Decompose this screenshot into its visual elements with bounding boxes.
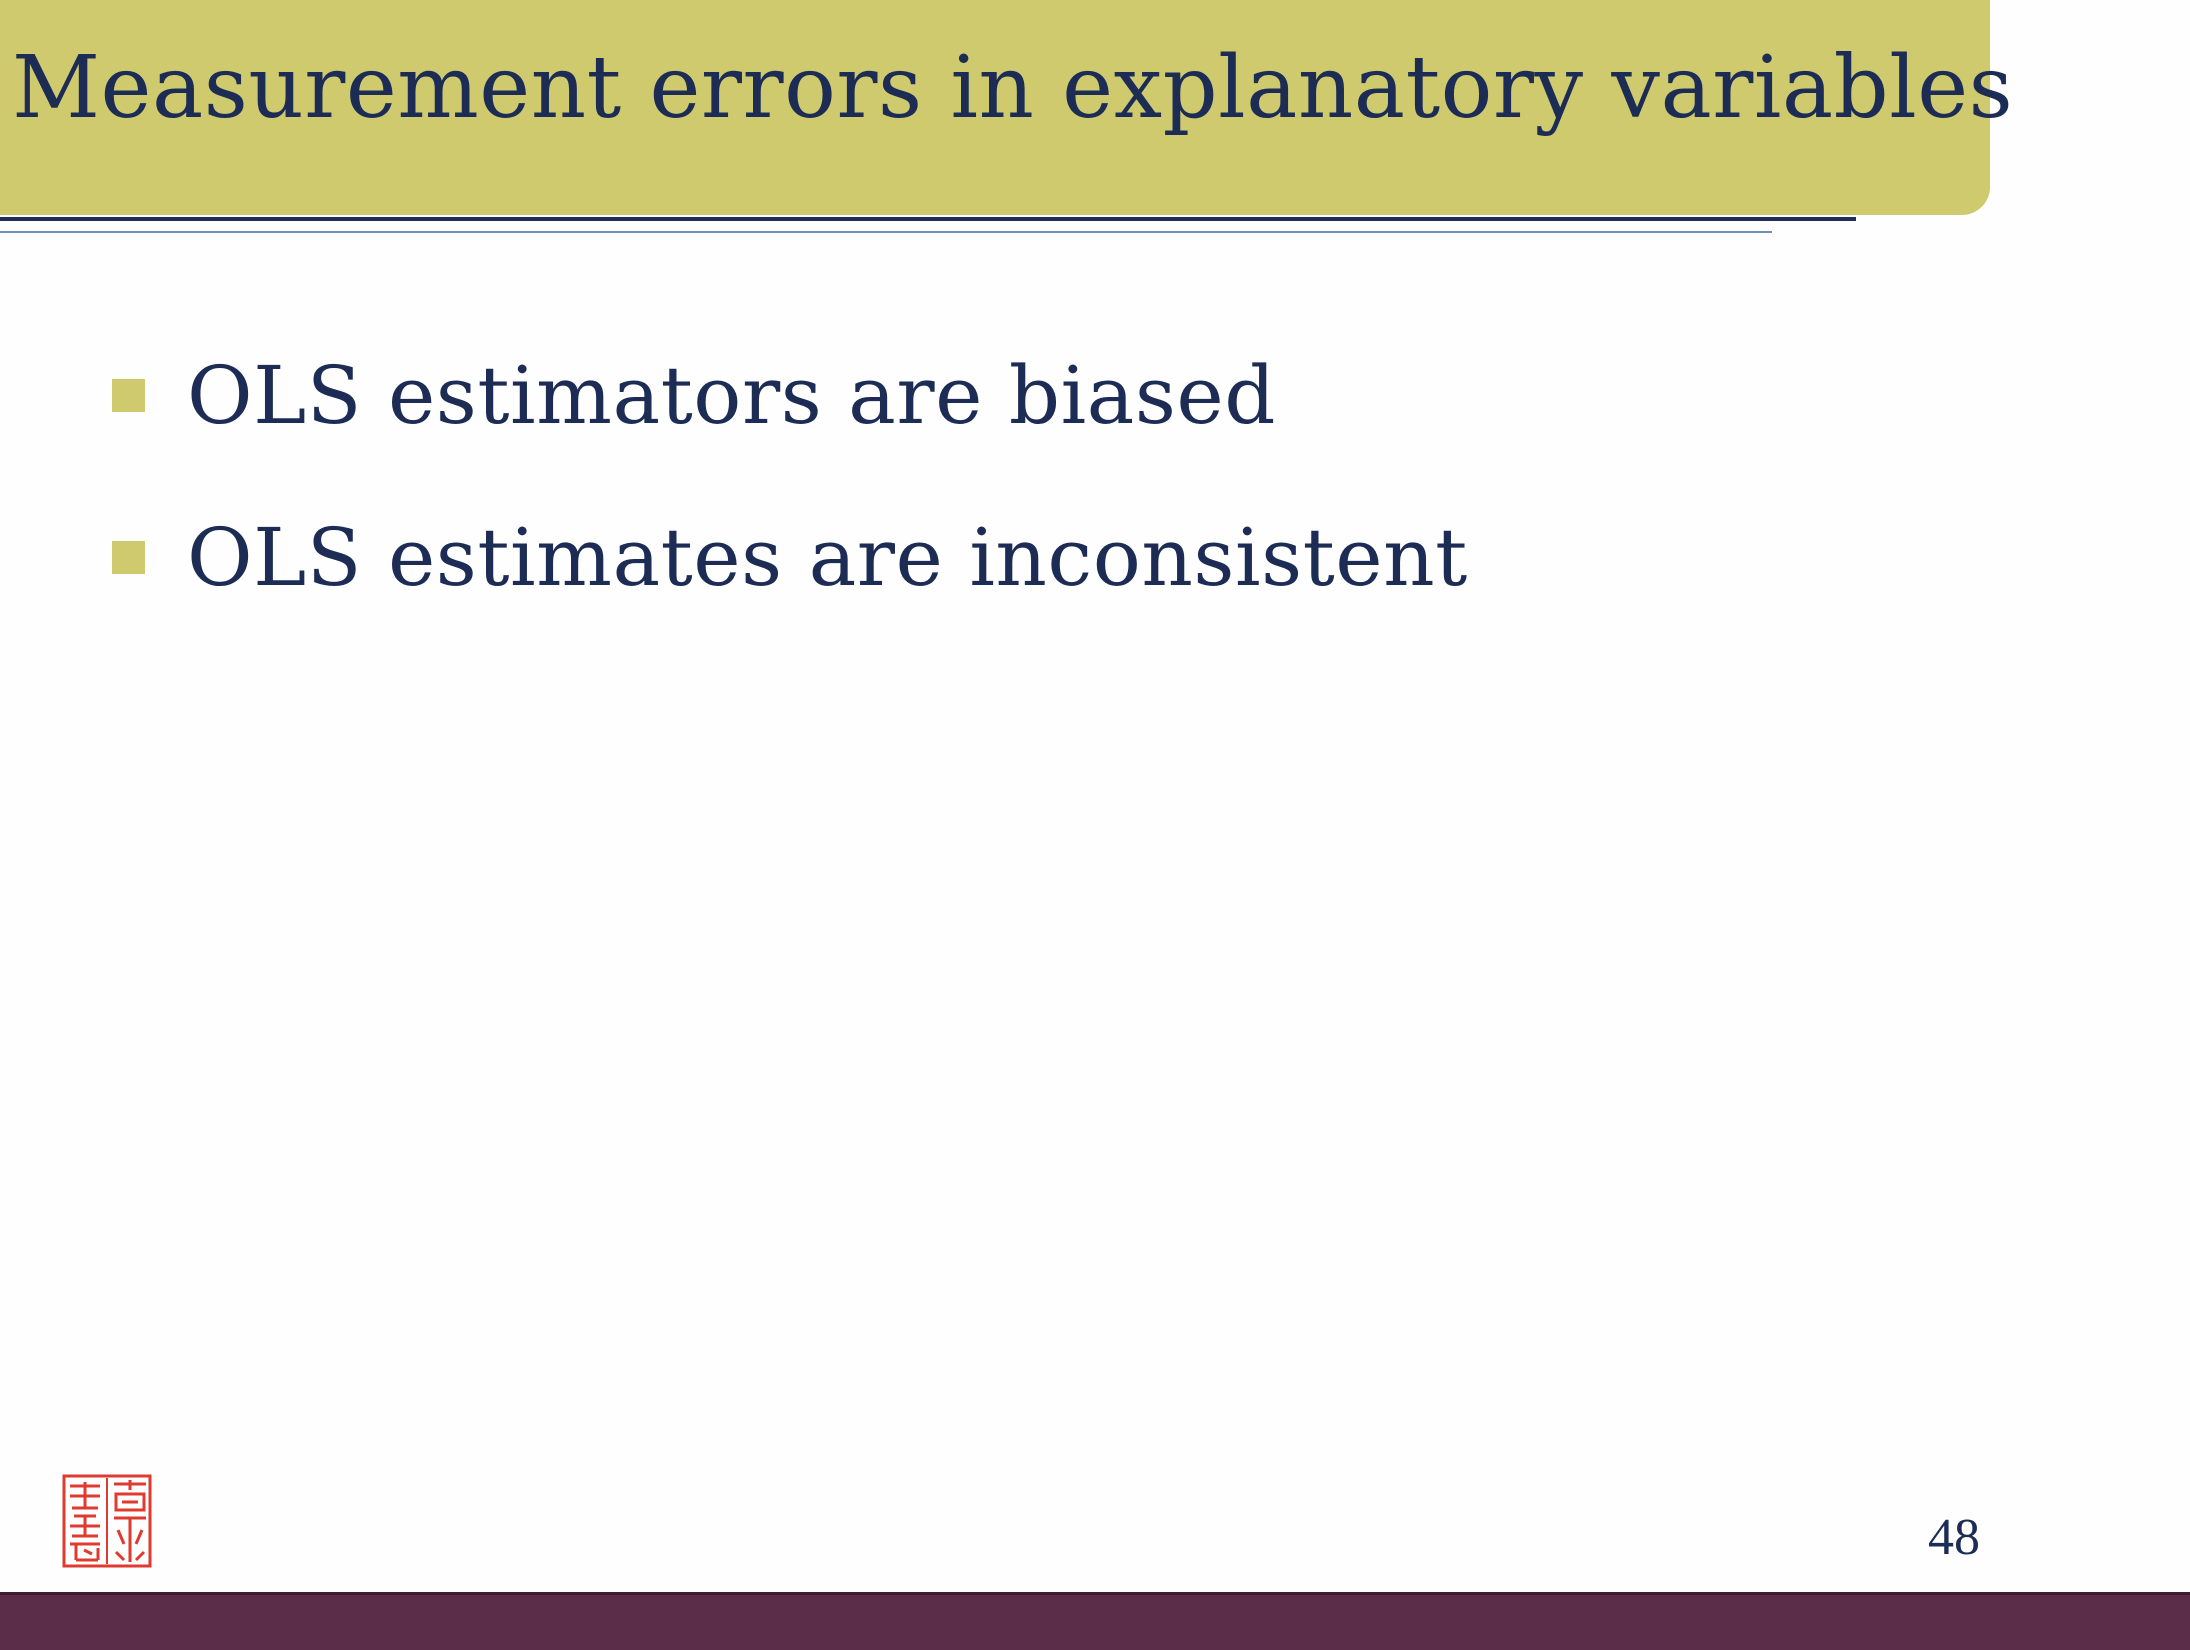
page-number: 48 [1928, 1509, 1980, 1566]
slide-title: Measurement errors in explanatory variab… [12, 38, 2014, 138]
slide: Measurement errors in explanatory variab… [0, 0, 2190, 1650]
title-underline-thin [0, 231, 1772, 233]
bullet-item: OLS estimators are biased [112, 349, 1468, 442]
bullet-text: OLS estimates are inconsistent [187, 510, 1468, 604]
footer-bar [0, 1592, 2190, 1650]
bullet-list: OLS estimators are biased OLS estimates … [112, 349, 1468, 679]
title-underline-thick [0, 217, 1856, 221]
bullet-item: OLS estimates are inconsistent [112, 511, 1468, 604]
square-bullet-icon [112, 378, 145, 412]
seal-icon [62, 1474, 152, 1568]
title-bar: Measurement errors in explanatory variab… [0, 0, 2013, 215]
square-bullet-icon [112, 540, 145, 574]
bullet-text: OLS estimators are biased [187, 348, 1276, 442]
